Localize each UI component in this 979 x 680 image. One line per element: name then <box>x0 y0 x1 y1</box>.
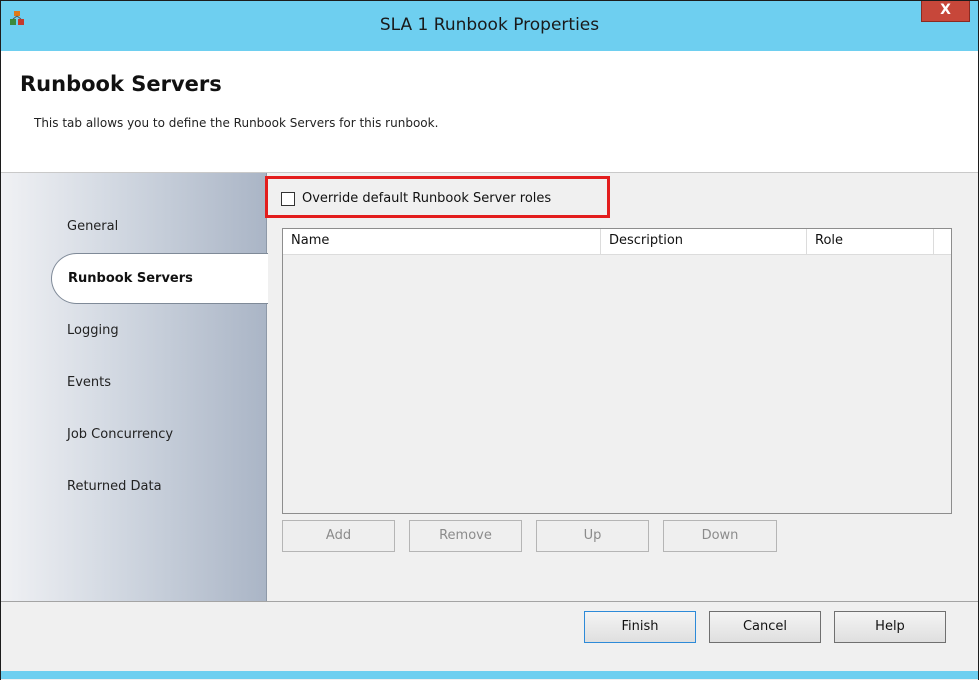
override-checkbox[interactable] <box>281 192 295 206</box>
properties-dialog: SLA 1 Runbook Properties X Runbook Serve… <box>0 0 979 680</box>
page-header: Runbook Servers This tab allows you to d… <box>1 51 978 173</box>
help-button[interactable]: Help <box>834 611 946 643</box>
list-header: Name Description Role <box>283 229 951 255</box>
column-header-role[interactable]: Role <box>807 229 934 254</box>
tab-general[interactable]: General <box>67 219 118 234</box>
tab-job-concurrency[interactable]: Job Concurrency <box>67 427 173 442</box>
window-bottom-border <box>1 671 978 679</box>
title-bar[interactable]: SLA 1 Runbook Properties X <box>1 1 978 51</box>
add-button[interactable]: Add <box>282 520 395 552</box>
tab-logging[interactable]: Logging <box>67 323 119 338</box>
override-highlight: Override default Runbook Server roles <box>265 176 610 218</box>
column-header-description[interactable]: Description <box>601 229 807 254</box>
finish-button[interactable]: Finish <box>584 611 696 643</box>
tab-returned-data[interactable]: Returned Data <box>67 479 162 494</box>
window-title: SLA 1 Runbook Properties <box>379 15 600 35</box>
main-content: General Runbook Servers Logging Events J… <box>1 173 978 601</box>
up-button[interactable]: Up <box>536 520 649 552</box>
page-title: Runbook Servers <box>20 72 222 96</box>
remove-button[interactable]: Remove <box>409 520 522 552</box>
down-button[interactable]: Down <box>663 520 777 552</box>
tab-runbook-servers[interactable]: Runbook Servers <box>51 253 268 304</box>
runbook-servers-list[interactable]: Name Description Role <box>282 228 952 514</box>
cancel-button[interactable]: Cancel <box>709 611 821 643</box>
close-button[interactable]: X <box>921 1 970 22</box>
tab-events[interactable]: Events <box>67 375 111 390</box>
close-icon: X <box>940 2 951 18</box>
column-header-name[interactable]: Name <box>283 229 601 254</box>
tab-sidebar: General Runbook Servers Logging Events J… <box>1 173 268 601</box>
override-label[interactable]: Override default Runbook Server roles <box>302 191 551 206</box>
dialog-footer: Finish Cancel Help <box>1 601 978 680</box>
tab-runbook-servers-label: Runbook Servers <box>68 271 193 286</box>
page-description: This tab allows you to define the Runboo… <box>34 116 439 130</box>
